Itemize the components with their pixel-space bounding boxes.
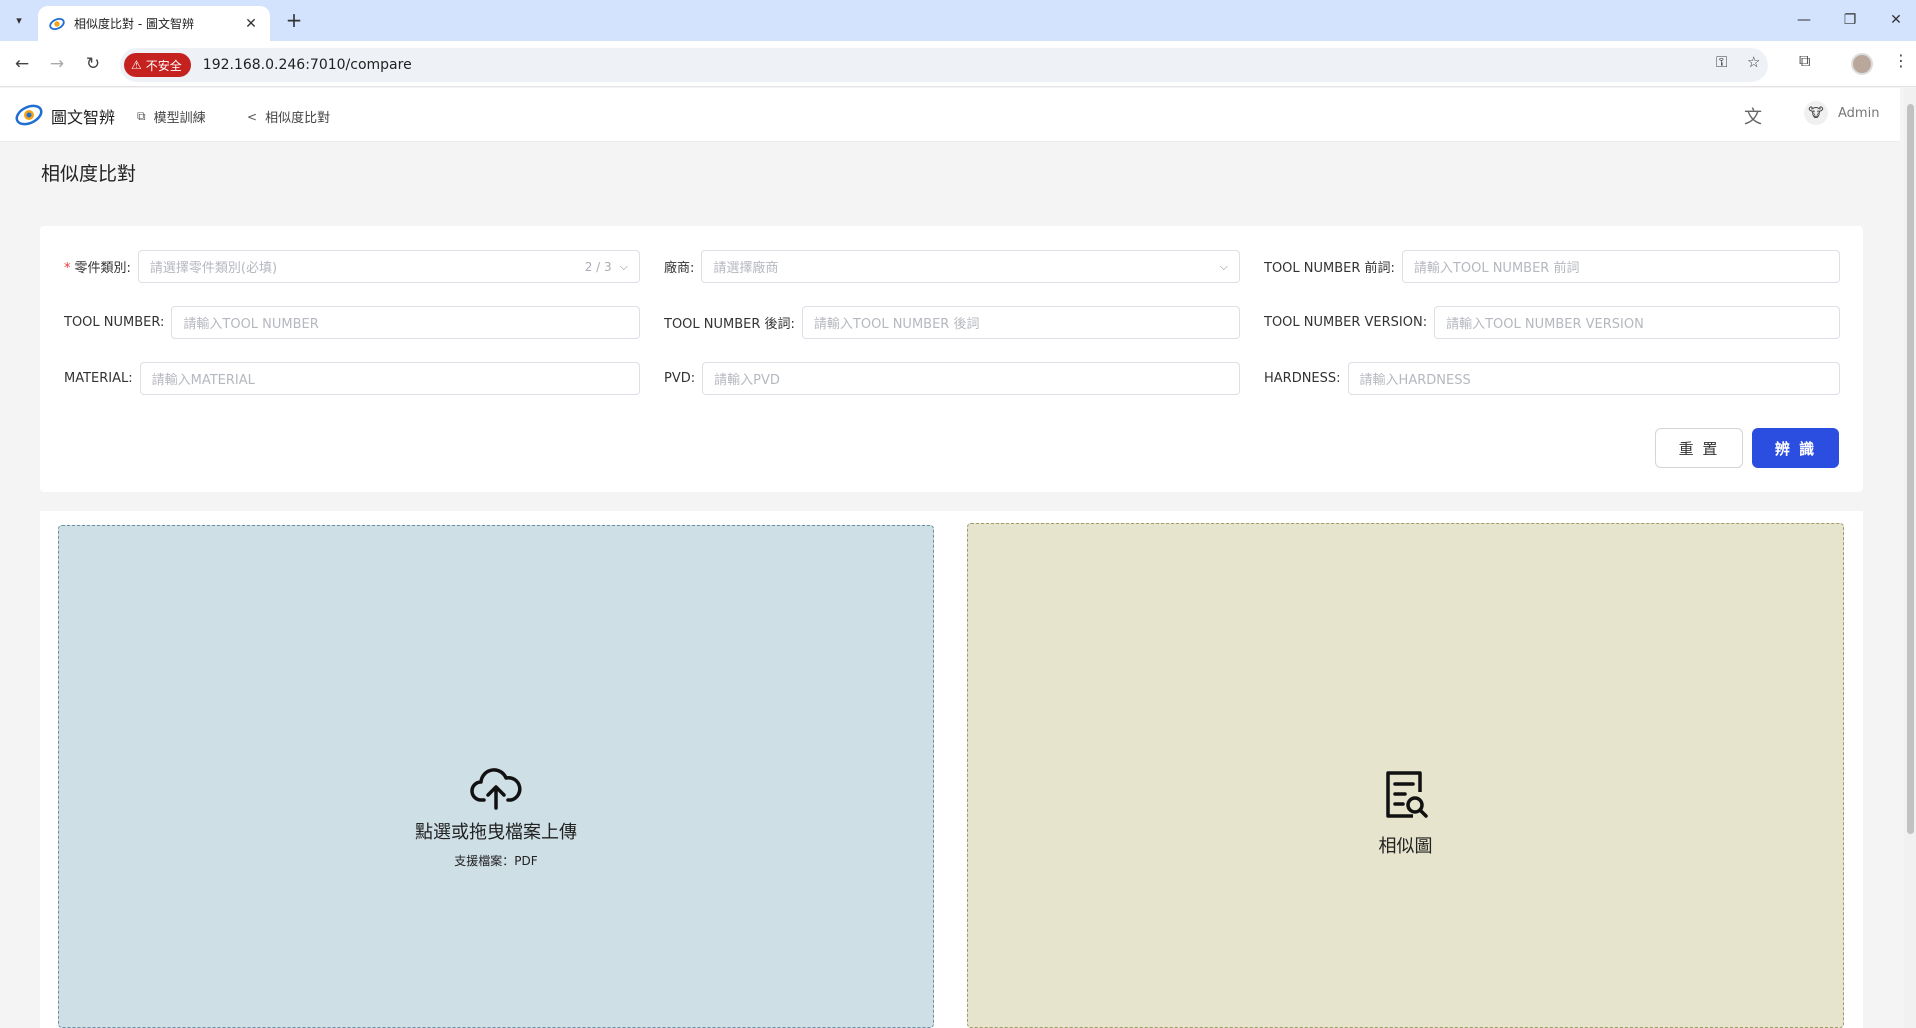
part-category-field: * 零件類別: 請選擇零件類別(必填) 2 / 3 ⌵ [64, 250, 640, 283]
page-title: 相似度比對 [41, 163, 137, 185]
tool-number-field: TOOL NUMBER: 請輸入TOOL NUMBER [64, 306, 640, 339]
insecure-badge[interactable]: ⚠ 不安全 [124, 53, 191, 77]
tool-number-label: TOOL NUMBER: [64, 315, 165, 330]
forward-icon[interactable]: → [44, 51, 70, 77]
user-name[interactable]: Admin [1838, 106, 1879, 121]
upload-dropzone[interactable]: 點選或拖曳檔案上傳 支援檔案：PDF [58, 525, 934, 1028]
tool-number-prefix-label: TOOL NUMBER 前詞: [1264, 261, 1395, 276]
part-category-select[interactable]: 請選擇零件類別(必填) 2 / 3 ⌵ [137, 250, 640, 283]
compare-panels: 點選或拖曳檔案上傳 支援檔案：PDF 相似圖 [40, 511, 1863, 1028]
similar-image-label: 相似圖 [1378, 836, 1433, 857]
part-category-label-text: 零件類別: [74, 261, 131, 276]
insecure-label: 不安全 [145, 58, 182, 73]
menu-item-label: 相似度比對 [265, 111, 331, 126]
material-placeholder: 請輸入MATERIAL [151, 373, 255, 388]
profile-avatar[interactable] [1851, 53, 1873, 75]
hardness-field: HARDNESS: 請輸入HARDNESS [1264, 362, 1840, 395]
tab-title: 相似度比對 - 圖文智辨 [74, 17, 194, 31]
tool-number-suffix-input[interactable]: 請輸入TOOL NUMBER 後詞 [801, 306, 1240, 339]
app-header: 圖文智辨 ⧉ 模型訓練 < 相似度比對 文 🐮 Admin [0, 88, 1900, 142]
material-input[interactable]: 請輸入MATERIAL [139, 362, 640, 395]
cloud-upload-icon [470, 768, 522, 810]
upload-content: 點選或拖曳檔案上傳 支援檔案：PDF [59, 766, 933, 869]
menu-dots-icon[interactable]: ⋮ [1893, 51, 1909, 70]
browser-tabstrip: ▾ 相似度比對 - 圖文智辨 ✕ + — ❐ ✕ [0, 0, 1916, 41]
tool-number-version-label: TOOL NUMBER VERSION: [1264, 315, 1428, 330]
vendor-label: 廠商: [664, 261, 695, 276]
tool-number-prefix-input[interactable]: 請輸入TOOL NUMBER 前詞 [1401, 250, 1840, 283]
identify-button[interactable]: 辨 識 [1752, 428, 1839, 468]
menu-item-label: 模型訓練 [153, 111, 206, 126]
address-bar[interactable]: ⚠ 不安全 192.168.0.246:7010/compare ⚿ ☆ [120, 48, 1768, 82]
menu-item-model-training[interactable]: ⧉ 模型訓練 [137, 107, 206, 126]
browser-toolbar: ← → ↻ ⚠ 不安全 192.168.0.246:7010/compare ⚿… [0, 41, 1916, 87]
chevron-down-icon: ⌵ [619, 259, 628, 273]
pvd-field: PVD: 請輸入PVD [664, 362, 1240, 395]
translate-icon[interactable]: 文 [1744, 103, 1762, 129]
menu-item-similarity[interactable]: < 相似度比對 [247, 107, 331, 127]
tool-number-prefix-placeholder: 請輸入TOOL NUMBER 前詞 [1413, 261, 1580, 276]
part-category-count: 2 / 3 [584, 259, 612, 274]
page-scrollbar[interactable] [1904, 88, 1916, 1028]
app-logo-icon [49, 17, 65, 30]
hardness-input[interactable]: 請輸入HARDNESS [1347, 362, 1840, 395]
star-icon[interactable]: ☆ [1747, 53, 1760, 71]
material-field: MATERIAL: 請輸入MATERIAL [64, 362, 640, 395]
user-avatar[interactable]: 🐮 [1804, 101, 1828, 125]
restore-icon[interactable]: ❐ [1836, 8, 1864, 32]
minimize-icon[interactable]: — [1790, 8, 1818, 32]
upload-text: 點選或拖曳檔案上傳 [415, 822, 577, 843]
tool-number-suffix-placeholder: 請輸入TOOL NUMBER 後詞 [813, 317, 980, 332]
required-mark: * [64, 261, 71, 276]
plus-icon[interactable]: + [282, 8, 306, 32]
extensions-icon[interactable]: ⧉ [1799, 51, 1810, 71]
upload-hint: 支援檔案：PDF [454, 854, 538, 868]
tool-number-suffix-field: TOOL NUMBER 後詞: 請輸入TOOL NUMBER 後詞 [664, 306, 1240, 339]
hardness-label: HARDNESS: [1264, 371, 1341, 386]
tool-number-input[interactable]: 請輸入TOOL NUMBER [171, 306, 640, 339]
tool-number-version-field: TOOL NUMBER VERSION: 請輸入TOOL NUMBER VERS… [1264, 306, 1840, 339]
warning-icon: ⚠ [131, 58, 142, 72]
tool-number-version-placeholder: 請輸入TOOL NUMBER VERSION [1446, 317, 1644, 332]
reset-button[interactable]: 重 置 [1655, 428, 1743, 468]
tool-number-prefix-field: TOOL NUMBER 前詞: 請輸入TOOL NUMBER 前詞 [1264, 250, 1840, 283]
tool-number-version-input[interactable]: 請輸入TOOL NUMBER VERSION [1434, 306, 1840, 339]
chevron-down-icon: ⌵ [1219, 259, 1228, 273]
tab-search-icon[interactable]: ▾ [8, 9, 30, 31]
part-category-label: * 零件類別: [64, 257, 131, 276]
material-label: MATERIAL: [64, 371, 133, 386]
similar-image-content: 相似圖 [968, 770, 1843, 858]
brand-name: 圖文智辨 [51, 108, 116, 127]
url-text[interactable]: 192.168.0.246:7010/compare [203, 57, 412, 73]
scrollbar-thumb[interactable] [1907, 104, 1914, 834]
close-tab-icon[interactable]: ✕ [242, 16, 260, 32]
pvd-input[interactable]: 請輸入PVD [702, 362, 1240, 395]
share-icon: < [247, 109, 258, 124]
browser-tab[interactable]: 相似度比對 - 圖文智辨 ✕ [38, 6, 270, 41]
brand-logo-icon [15, 104, 43, 126]
vendor-select[interactable]: 請選擇廠商 ⌵ [701, 250, 1240, 283]
pvd-placeholder: 請輸入PVD [714, 373, 780, 388]
pvd-label: PVD: [664, 371, 696, 386]
tool-number-suffix-label: TOOL NUMBER 後詞: [664, 317, 795, 332]
close-window-icon[interactable]: ✕ [1882, 8, 1910, 32]
vendor-placeholder: 請選擇廠商 [713, 261, 779, 276]
vendor-field: 廠商: 請選擇廠商 ⌵ [664, 250, 1240, 283]
tool-number-placeholder: 請輸入TOOL NUMBER [183, 317, 319, 332]
document-search-icon [1385, 771, 1428, 818]
reload-icon[interactable]: ↻ [80, 51, 106, 77]
part-category-placeholder: 請選擇零件類別(必填) [149, 261, 278, 276]
hardness-placeholder: 請輸入HARDNESS [1359, 373, 1471, 388]
search-form: * 零件類別: 請選擇零件類別(必填) 2 / 3 ⌵ 廠商: 請選擇廠商 ⌵ T… [40, 226, 1863, 492]
copy-icon: ⧉ [137, 109, 146, 123]
similar-image-panel: 相似圖 [967, 523, 1844, 1028]
key-icon[interactable]: ⚿ [1716, 53, 1727, 71]
back-icon[interactable]: ← [9, 51, 35, 77]
